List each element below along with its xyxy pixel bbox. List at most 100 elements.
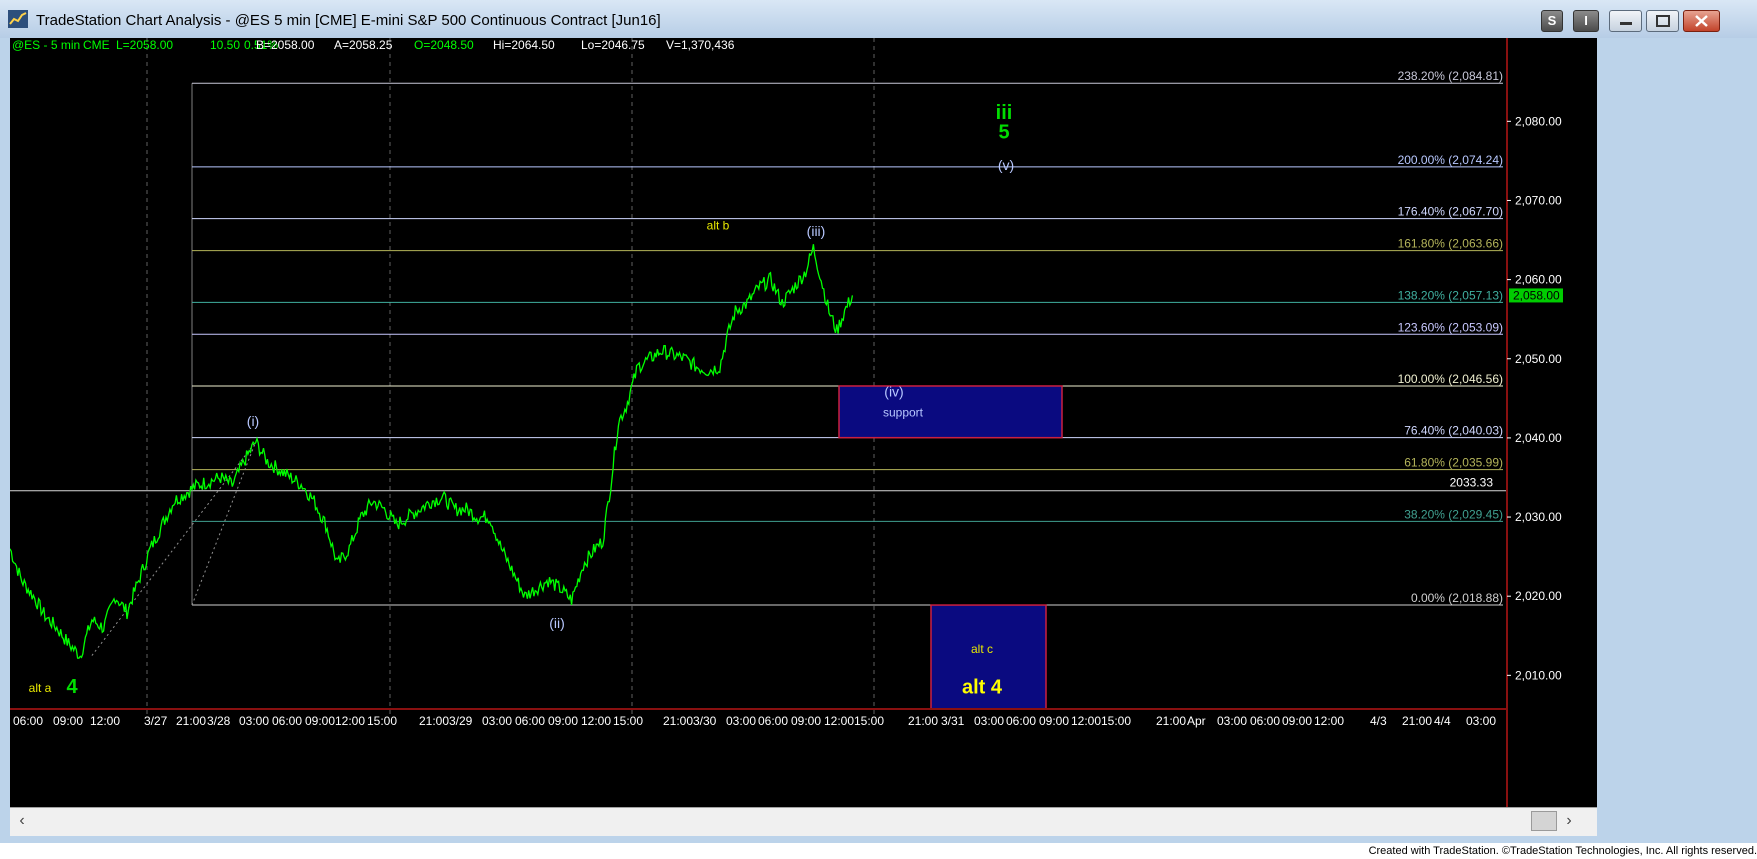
x-tick-label: 3/28 bbox=[207, 714, 231, 728]
maximize-icon bbox=[1656, 15, 1670, 27]
x-tick-label: 4/4 bbox=[1434, 714, 1451, 728]
fib-level-label: 123.60% (2,053.09) bbox=[1398, 320, 1503, 334]
y-tick-label: 2,010.00 bbox=[1515, 668, 1562, 682]
x-tick-label: 15:00 bbox=[367, 714, 397, 728]
y-tick-label: 2,070.00 bbox=[1515, 193, 1562, 207]
wave-label: alt a bbox=[29, 681, 52, 695]
x-tick-label: 12:00 bbox=[1314, 714, 1344, 728]
wave-label: alt b bbox=[707, 219, 730, 233]
x-tick-label: 3/31 bbox=[941, 714, 965, 728]
x-tick-label: 09:00 bbox=[1039, 714, 1069, 728]
i-button-label: I bbox=[1584, 13, 1588, 28]
x-tick-label: 15:00 bbox=[854, 714, 884, 728]
fib-level-label: 161.80% (2,063.66) bbox=[1398, 237, 1503, 251]
scroll-right-icon[interactable]: › bbox=[1559, 812, 1579, 830]
x-tick-label: 03:00 bbox=[482, 714, 512, 728]
scroll-thumb[interactable] bbox=[1531, 811, 1557, 831]
y-tick-label: 2,040.00 bbox=[1515, 431, 1562, 445]
fib-level-label: 0.00% (2,018.88) bbox=[1411, 591, 1503, 605]
wave-label: alt c bbox=[971, 642, 993, 656]
chart-canvas[interactable]: 238.20% (2,084.81) 200.00% (2,074.24) 176.… bbox=[10, 38, 1597, 807]
x-tick-label: 21:00 bbox=[663, 714, 693, 728]
fib-level-label: 238.20% (2,084.81) bbox=[1398, 69, 1503, 83]
tradestation-logo-icon bbox=[8, 10, 28, 28]
title-bar[interactable]: TradeStation Chart Analysis - @ES 5 min … bbox=[0, 0, 1757, 38]
close-icon bbox=[1695, 15, 1708, 27]
x-tick-label: 03:00 bbox=[239, 714, 269, 728]
wave-label: alt 4 bbox=[962, 677, 1003, 699]
x-tick-label: 06:00 bbox=[1250, 714, 1280, 728]
wave-label: 4 bbox=[66, 676, 78, 698]
last-price-label: 2,058.00 bbox=[1513, 288, 1560, 302]
wave-label: (i) bbox=[247, 413, 259, 429]
fib-level-label: 38.20% (2,029.45) bbox=[1404, 507, 1503, 521]
y-tick-label: 2,060.00 bbox=[1515, 273, 1562, 287]
y-tick-label: 2,080.00 bbox=[1515, 114, 1562, 128]
horizontal-line-label: 2033.33 bbox=[1450, 476, 1494, 490]
header-volume: V=1,370,436 bbox=[666, 38, 735, 52]
y-tick-label: 2,030.00 bbox=[1515, 510, 1562, 524]
wave-label: (v) bbox=[998, 157, 1014, 173]
info-menu-button[interactable]: I bbox=[1573, 10, 1599, 32]
maximize-button[interactable] bbox=[1646, 10, 1679, 32]
x-tick-label: 03:00 bbox=[1466, 714, 1496, 728]
fib-level-label: 76.40% (2,040.03) bbox=[1404, 424, 1503, 438]
wave-label: support bbox=[883, 406, 924, 420]
x-tick-label: 12:00 bbox=[581, 714, 611, 728]
close-button[interactable] bbox=[1683, 10, 1720, 32]
x-tick-label: 03:00 bbox=[726, 714, 756, 728]
x-tick-label: 06:00 bbox=[272, 714, 302, 728]
header-exchange: CME bbox=[83, 38, 110, 52]
x-tick-label: 3/30 bbox=[693, 714, 717, 728]
minimize-button[interactable] bbox=[1609, 10, 1642, 32]
x-tick-label: 06:00 bbox=[515, 714, 545, 728]
wave-label: (ii) bbox=[549, 615, 565, 631]
x-tick-label: 4/3 bbox=[1370, 714, 1387, 728]
header-high: Hi=2064.50 bbox=[493, 38, 555, 52]
x-tick-label: 21:00 bbox=[419, 714, 449, 728]
horizontal-scrollbar[interactable]: ‹ › bbox=[10, 807, 1597, 836]
x-tick-label: 21:00 bbox=[176, 714, 206, 728]
fib-level-label: 61.80% (2,035.99) bbox=[1404, 456, 1503, 470]
x-tick-label: 06:00 bbox=[13, 714, 43, 728]
fib-level-label: 138.20% (2,057.13) bbox=[1398, 288, 1503, 302]
header-low: Lo=2046.75 bbox=[581, 38, 645, 52]
x-tick-label: 21:00 bbox=[1156, 714, 1186, 728]
fib-level-label: 200.00% (2,074.24) bbox=[1398, 153, 1503, 167]
s-menu-button[interactable]: S bbox=[1541, 10, 1563, 32]
x-tick-label: 3/29 bbox=[449, 714, 473, 728]
y-tick-label: 2,020.00 bbox=[1515, 589, 1562, 603]
header-last: L=2058.00 bbox=[116, 38, 173, 52]
header-ask: A=2058.25 bbox=[334, 38, 393, 52]
copyright-notice: Created with TradeStation. ©TradeStation… bbox=[1368, 845, 1757, 857]
x-tick-label: 09:00 bbox=[1282, 714, 1312, 728]
symbol-header: @ES - 5 min CME L=2058.00 10.50 0.51%B=2058.… bbox=[12, 38, 735, 52]
x-tick-label: 12:00 bbox=[335, 714, 365, 728]
price-chart[interactable]: 238.20% (2,084.81) 200.00% (2,074.24) 176.… bbox=[10, 38, 1597, 807]
wave-label: 5 bbox=[998, 122, 1009, 144]
wave-label: (iv) bbox=[884, 383, 903, 399]
x-tick-label: 21:00 bbox=[908, 714, 938, 728]
y-tick-label: 2,050.00 bbox=[1515, 352, 1562, 366]
app-window: TradeStation Chart Analysis - @ES 5 min … bbox=[0, 0, 1757, 843]
header-bid: B=2058.00 bbox=[256, 38, 315, 52]
x-tick-label: 12:00 bbox=[90, 714, 120, 728]
x-tick-label: 3/27 bbox=[144, 714, 168, 728]
x-tick-label: 03:00 bbox=[974, 714, 1004, 728]
header-open: O=2048.50 bbox=[414, 38, 474, 52]
x-tick-label: 09:00 bbox=[53, 714, 83, 728]
x-tick-label: 09:00 bbox=[548, 714, 578, 728]
fib-level-label: 100.00% (2,046.56) bbox=[1398, 372, 1503, 386]
x-tick-label: 21:00 bbox=[1402, 714, 1432, 728]
x-tick-label: 09:00 bbox=[791, 714, 821, 728]
header-change: 10.50 bbox=[210, 38, 240, 52]
x-tick-label: 06:00 bbox=[758, 714, 788, 728]
header-symbol: @ES - 5 min bbox=[12, 38, 80, 52]
x-tick-label: 06:00 bbox=[1006, 714, 1036, 728]
wave-label: iii bbox=[996, 102, 1013, 124]
s-button-label: S bbox=[1547, 13, 1557, 28]
scroll-left-icon[interactable]: ‹ bbox=[12, 812, 32, 830]
x-tick-label: 09:00 bbox=[305, 714, 335, 728]
x-tick-label: 15:00 bbox=[1101, 714, 1131, 728]
minimize-icon bbox=[1620, 22, 1632, 25]
